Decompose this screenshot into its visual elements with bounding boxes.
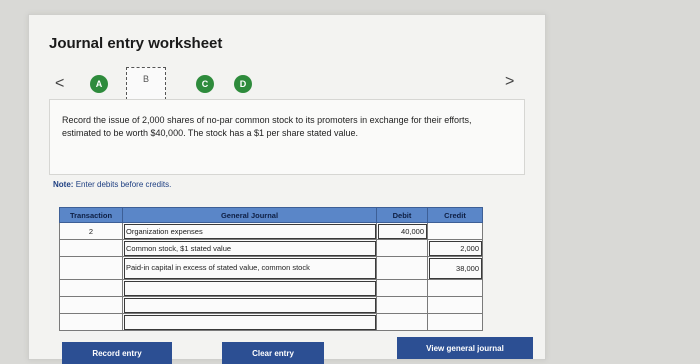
debit-cell[interactable]	[376, 256, 428, 280]
step-b-button[interactable]: B	[126, 67, 166, 100]
credit-cell[interactable]	[427, 296, 483, 314]
debit-cell[interactable]	[376, 279, 428, 297]
page-title: Journal entry worksheet	[49, 35, 223, 52]
transaction-cell[interactable]	[59, 296, 123, 314]
table-row	[59, 296, 483, 314]
credit-cell[interactable]	[427, 222, 483, 240]
step-d-button[interactable]: D	[234, 75, 252, 93]
table-row: 2 Organization expenses 40,000	[59, 222, 483, 240]
prompt-text: Record the issue of 2,000 shares of no-p…	[62, 115, 472, 138]
header-debit: Debit	[376, 207, 428, 223]
transaction-cell[interactable]	[59, 256, 123, 280]
view-general-journal-button[interactable]: View general journal	[397, 337, 533, 359]
note-text: Enter debits before credits.	[75, 180, 172, 189]
account-cell[interactable]: Organization expenses	[122, 222, 377, 240]
table-row: Paid-in capital in excess of stated valu…	[59, 256, 483, 280]
table-row	[59, 279, 483, 297]
record-entry-button[interactable]: Record entry	[62, 342, 172, 364]
account-cell[interactable]	[122, 313, 377, 331]
credit-cell[interactable]: 38,000	[427, 256, 483, 280]
header-general-journal: General Journal	[122, 207, 377, 223]
account-cell[interactable]	[122, 279, 377, 297]
previous-icon[interactable]: <	[55, 75, 64, 93]
note-label: Note:	[53, 180, 74, 189]
account-cell[interactable]	[122, 296, 377, 314]
worksheet-panel: Journal entry worksheet < A B C D > Reco…	[28, 14, 546, 364]
debit-cell[interactable]	[376, 239, 428, 257]
debit-cell[interactable]	[376, 296, 428, 314]
header-credit: Credit	[427, 207, 483, 223]
clear-entry-button[interactable]: Clear entry	[222, 342, 324, 364]
account-cell[interactable]: Common stock, $1 stated value	[122, 239, 377, 257]
header-transaction: Transaction	[59, 207, 123, 223]
credit-cell[interactable]	[427, 313, 483, 331]
debit-cell[interactable]	[376, 313, 428, 331]
table-header-row: Transaction General Journal Debit Credit	[59, 207, 483, 223]
next-icon[interactable]: >	[505, 73, 514, 91]
journal-table: Transaction General Journal Debit Credit…	[59, 207, 483, 331]
transaction-cell[interactable]	[59, 279, 123, 297]
transaction-cell[interactable]	[59, 239, 123, 257]
transaction-cell[interactable]: 2	[59, 222, 123, 240]
note: Note: Enter debits before credits.	[53, 180, 171, 189]
account-cell[interactable]: Paid-in capital in excess of stated valu…	[122, 256, 377, 280]
step-c-button[interactable]: C	[196, 75, 214, 93]
table-row	[59, 313, 483, 331]
prompt-box: Record the issue of 2,000 shares of no-p…	[49, 99, 525, 175]
debit-cell[interactable]: 40,000	[376, 222, 428, 240]
credit-cell[interactable]	[427, 279, 483, 297]
step-a-button[interactable]: A	[90, 75, 108, 93]
credit-cell[interactable]: 2,000	[427, 239, 483, 257]
table-row: Common stock, $1 stated value 2,000	[59, 239, 483, 257]
transaction-cell[interactable]	[59, 313, 123, 331]
